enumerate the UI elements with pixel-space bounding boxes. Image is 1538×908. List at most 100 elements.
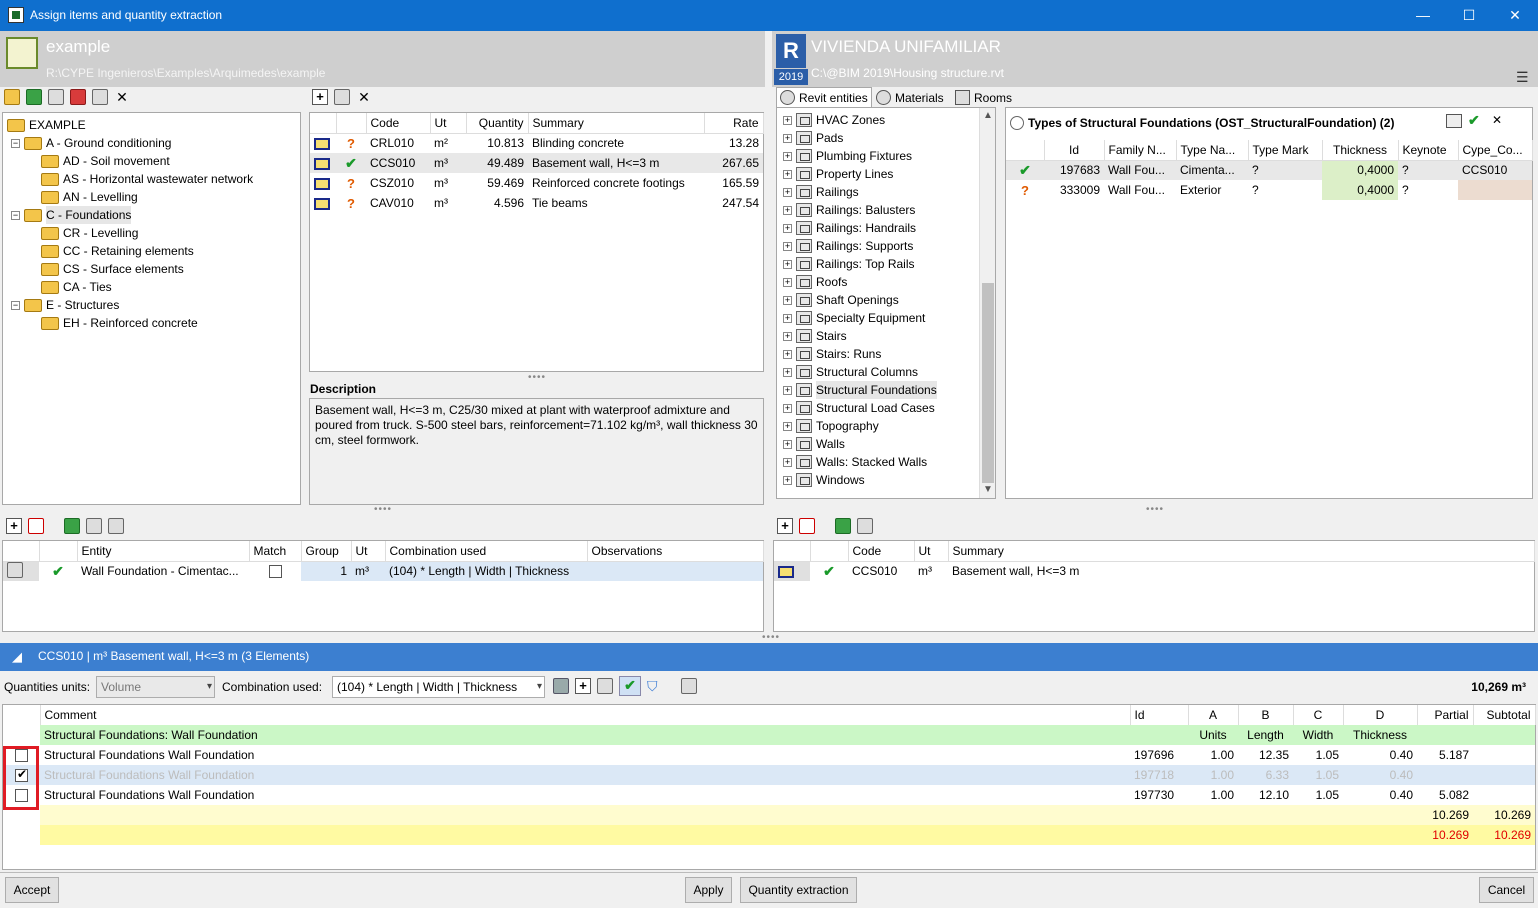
tree-item-e[interactable]: − E - Structures [11, 296, 119, 314]
tree-item-cc[interactable]: CC - Retaining elements [41, 242, 194, 260]
table-row[interactable]: ? CRL010 m² 10.813 Blinding concrete 13.… [310, 133, 763, 153]
tab-revit-entities[interactable]: Revit entities [776, 87, 872, 107]
header-group[interactable]: Group [301, 541, 352, 561]
tab-materials[interactable]: Materials [873, 88, 953, 108]
apply-button[interactable]: Apply [685, 877, 732, 903]
table-row[interactable]: ✔ CCS010 m³ Basement wall, H<=3 m [774, 561, 1534, 581]
header-subtotal[interactable]: Subtotal [1473, 705, 1536, 725]
table-icon[interactable] [681, 678, 697, 694]
splitter-handle[interactable]: •••• [762, 632, 780, 643]
import-icon[interactable] [64, 518, 80, 534]
header-ut[interactable]: Ut [914, 541, 949, 561]
header-summary[interactable]: Summary [948, 541, 1535, 561]
header-match[interactable]: Match [249, 541, 302, 561]
revit-tree-item[interactable]: + Roofs [783, 273, 847, 291]
revit-tree-item[interactable]: + Railings: Balusters [783, 201, 915, 219]
expand-icon[interactable]: + [783, 313, 792, 323]
table-row[interactable]: ✔ CCS010 m³ 49.489 Basement wall, H<=3 m… [310, 153, 763, 173]
header-a[interactable]: A [1188, 705, 1239, 725]
header-observations[interactable]: Observations [587, 541, 764, 561]
accept-button[interactable]: Accept [5, 877, 59, 903]
menu-icon[interactable]: ☰ [1516, 69, 1529, 86]
revit-tree-item[interactable]: + Structural Load Cases [783, 399, 935, 417]
tree-item-ad[interactable]: AD - Soil movement [41, 152, 170, 170]
revit-tree-item[interactable]: + Windows [783, 471, 865, 489]
maximize-button[interactable]: ☐ [1446, 0, 1492, 31]
header-id[interactable]: Id [1044, 140, 1105, 160]
header-family[interactable]: Family N... [1104, 140, 1177, 160]
scroll-down-icon[interactable]: ▼ [983, 484, 993, 495]
header-cype-code[interactable]: Cype_Co... [1458, 140, 1533, 160]
header-keynote[interactable]: Keynote [1398, 140, 1459, 160]
header-type-name[interactable]: Type Na... [1176, 140, 1249, 160]
find-icon[interactable] [48, 89, 64, 105]
splitter-handle[interactable]: •••• [1146, 504, 1164, 515]
assign-icon[interactable] [334, 89, 350, 105]
table-row[interactable]: ? 333009 Wall Fou... Exterior ? 0,4000 ? [1006, 180, 1532, 200]
table-row[interactable]: ? CAV010 m³ 4.596 Tie beams 247.54 [310, 193, 763, 213]
remove-item-icon[interactable]: ✕ [356, 89, 372, 105]
revit-tree-item[interactable]: + Railings: Handrails [783, 219, 916, 237]
scrollbar-thumb[interactable] [982, 283, 994, 483]
collapse-icon[interactable]: − [11, 300, 20, 310]
header-ut[interactable]: Ut [430, 113, 467, 133]
header-summary[interactable]: Summary [528, 113, 705, 133]
expand-icon[interactable]: + [783, 223, 792, 233]
minimize-button[interactable]: — [1400, 0, 1446, 31]
tree-item-cr[interactable]: CR - Levelling [41, 224, 138, 242]
header-ut[interactable]: Ut [351, 541, 386, 561]
table-row[interactable]: ✔ 197683 Wall Fou... Cimenta... ? 0,4000… [1006, 160, 1532, 180]
quantity-extraction-button[interactable]: Quantity extraction [740, 877, 857, 903]
refresh-icon[interactable] [26, 89, 42, 105]
link-icon[interactable] [553, 678, 569, 694]
header-thickness[interactable]: Thickness [1322, 140, 1399, 160]
table-row[interactable]: Structural Foundations Wall Foundation 1… [3, 765, 1535, 785]
revit-tree-item[interactable]: + Railings [783, 183, 859, 201]
header-b[interactable]: B [1238, 705, 1294, 725]
header-id[interactable]: Id [1130, 705, 1189, 725]
revit-tree-item[interactable]: + Pads [783, 129, 843, 147]
expand-icon[interactable]: + [783, 205, 792, 215]
splitter-handle[interactable]: •••• [374, 504, 392, 515]
header-rate[interactable]: Rate [704, 113, 764, 133]
revit-tree-item[interactable]: + Structural Foundations [783, 381, 937, 399]
tree-item-an[interactable]: AN - Levelling [41, 188, 138, 206]
tree-item-cs[interactable]: CS - Surface elements [41, 260, 184, 278]
revit-tree-item[interactable]: + Stairs: Runs [783, 345, 881, 363]
expand-icon[interactable]: + [783, 331, 792, 341]
revit-tree-item[interactable]: + Stairs [783, 327, 847, 345]
header-type-mark[interactable]: Type Mark [1248, 140, 1323, 160]
group-row[interactable]: Structural Foundations: Wall Foundation … [3, 725, 1535, 745]
header-code[interactable]: Code [366, 113, 431, 133]
header-partial[interactable]: Partial [1417, 705, 1474, 725]
revit-tree-item[interactable]: + HVAC Zones [783, 111, 885, 129]
table-row[interactable]: ? CSZ010 m³ 59.469 Reinforced concrete f… [310, 173, 763, 193]
expand-icon[interactable]: + [783, 457, 792, 467]
expand-icon[interactable]: + [783, 151, 792, 161]
revit-tree-item[interactable]: + Plumbing Fixtures [783, 147, 912, 165]
header-d[interactable]: D [1343, 705, 1418, 725]
tree-item-c[interactable]: − C - Foundations [11, 206, 132, 224]
revit-tree-item[interactable]: + Specialty Equipment [783, 309, 925, 327]
expand-icon[interactable]: + [783, 475, 792, 485]
expand-icon[interactable]: + [783, 349, 792, 359]
splitter-handle[interactable]: •••• [528, 372, 546, 383]
header-code[interactable]: Code [848, 541, 915, 561]
add-item-icon[interactable]: + [777, 518, 793, 534]
expand-icon[interactable]: + [783, 241, 792, 251]
tab-rooms[interactable]: Rooms [952, 88, 1018, 108]
new-chapter-icon[interactable] [4, 89, 20, 105]
collapse-icon[interactable]: − [11, 210, 20, 220]
revit-tree-item[interactable]: + Property Lines [783, 165, 893, 183]
users-icon[interactable] [86, 518, 102, 534]
expand-icon[interactable]: + [783, 115, 792, 125]
expand-icon[interactable]: + [783, 421, 792, 431]
header-combination[interactable]: Combination used [385, 541, 588, 561]
add-assignment-icon[interactable]: + [6, 518, 22, 534]
settings-icon[interactable] [108, 518, 124, 534]
cancel-button[interactable]: Cancel [1479, 877, 1534, 903]
close-icon[interactable]: ✕ [114, 89, 130, 105]
header-c[interactable]: C [1293, 705, 1344, 725]
expand-icon[interactable]: + [783, 439, 792, 449]
table-row[interactable]: ✔ Wall Foundation - Cimentac... 1 m³ (10… [3, 561, 763, 581]
